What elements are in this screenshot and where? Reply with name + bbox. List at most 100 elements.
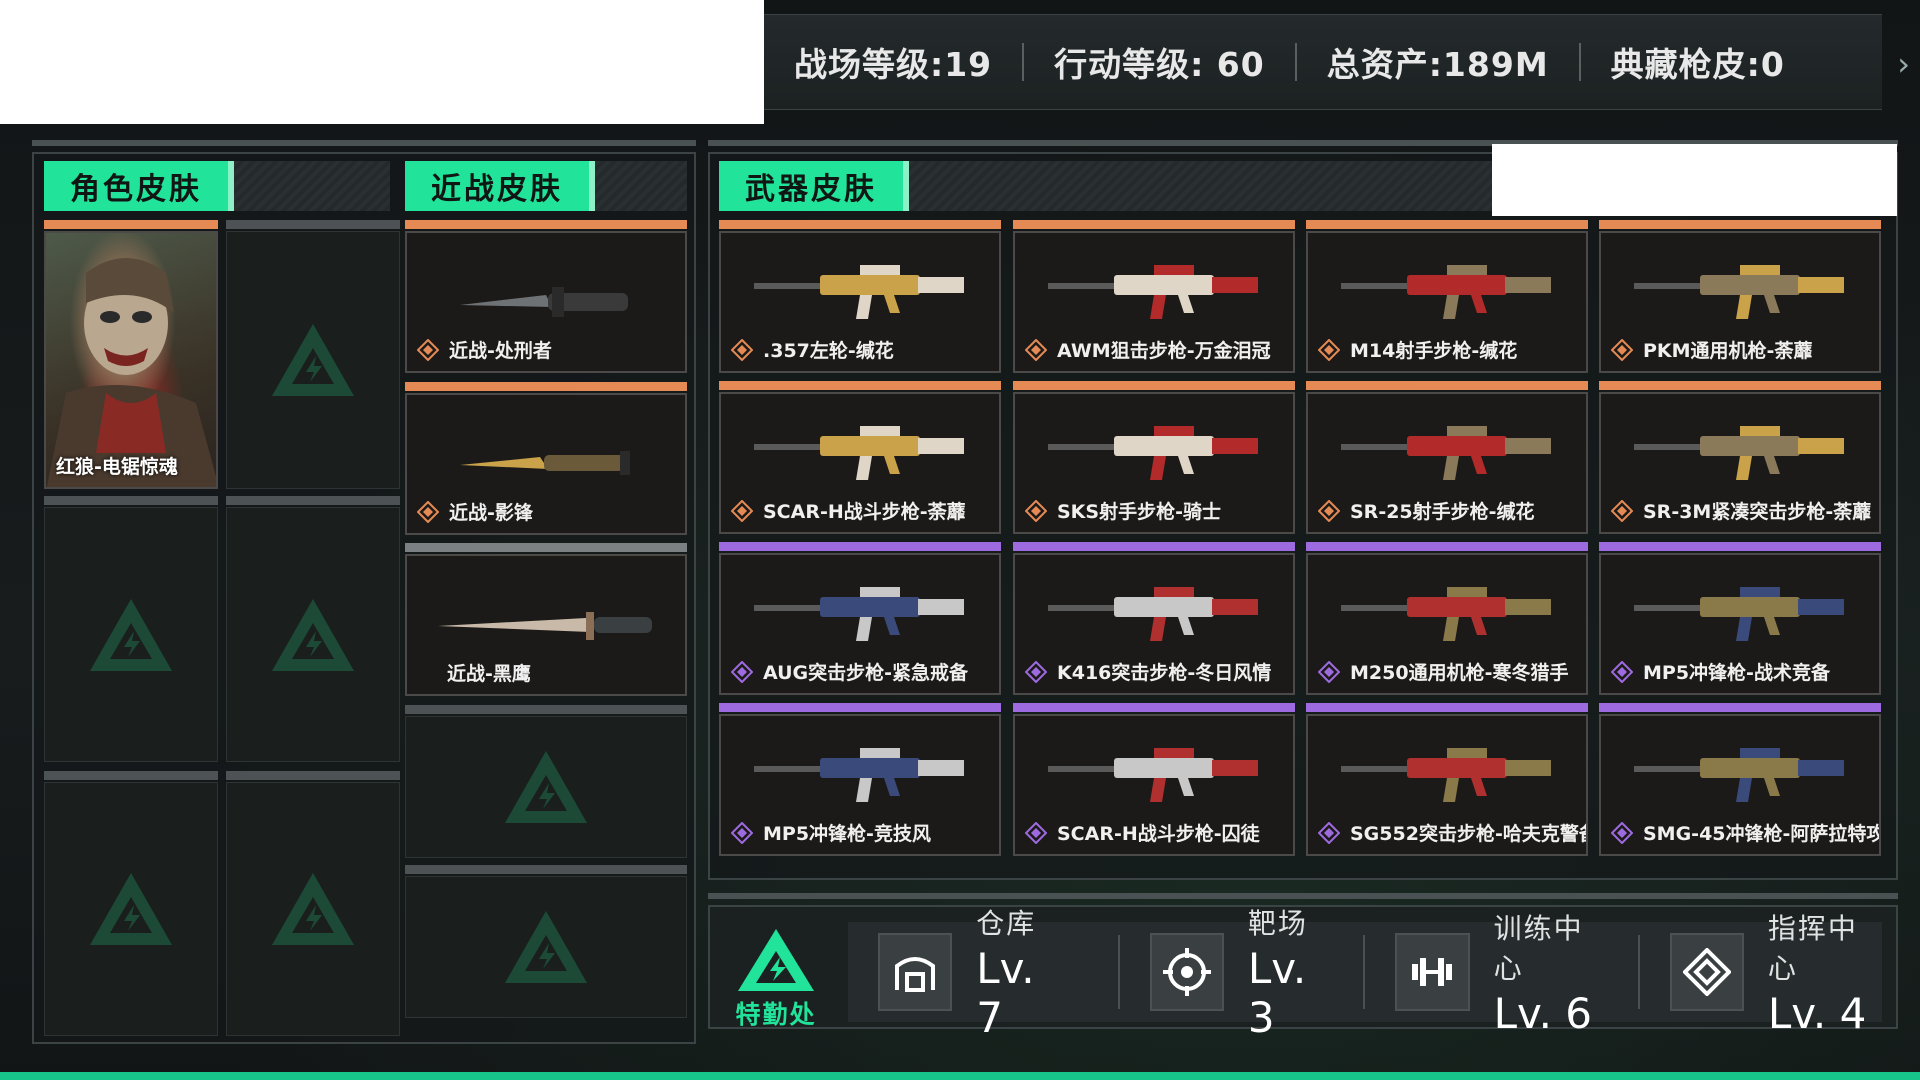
rarity-bar	[405, 705, 687, 714]
label-text: MP5冲锋枪-战术竞备	[1643, 662, 1830, 684]
rarity-bar	[44, 220, 218, 229]
weapon-skin-label: SR-3M紧凑突击步枪-荼蘼	[1611, 497, 1871, 524]
dumbbell-icon	[1395, 933, 1470, 1011]
gun-icon	[1634, 265, 1844, 319]
divider	[1578, 43, 1581, 81]
rarity-bar	[405, 543, 687, 552]
rarity-purple-icon	[1611, 660, 1633, 683]
weapon-skin-label: AUG突击步枪-紧急戒备	[731, 658, 968, 685]
weapon-skin-slot[interactable]: AWM狙击步枪-万金泪冠	[1013, 231, 1295, 373]
gun-icon	[1048, 426, 1258, 480]
melee-skin-slot[interactable]: 近战-黑鹰	[405, 554, 687, 696]
gun-icon	[1341, 587, 1551, 641]
facility-warehouse[interactable]: 仓库 Lv. 7	[848, 907, 1070, 1042]
gun-icon	[1048, 748, 1258, 802]
rarity-bar	[1013, 381, 1295, 390]
operation-level: 行动等级: 60	[1054, 45, 1265, 84]
weapon-skin-slot[interactable]: K416突击步枪-冬日风情	[1013, 553, 1295, 695]
melee-skin-label: 近战-影锋	[417, 498, 533, 525]
weapon-skin-slot[interactable]: SG552突击步枪-哈夫克警备	[1306, 714, 1588, 856]
total-assets: 总资产:189M	[1326, 45, 1549, 84]
label-text: SCAR-H战斗步枪-囚徒	[1057, 823, 1260, 845]
weapon-skin-slot[interactable]: MP5冲锋枪-战术竞备	[1599, 553, 1881, 695]
weapon-skin-slot[interactable]: SMG-45冲锋枪-阿萨拉特攻	[1599, 714, 1881, 856]
tab-label: 武器皮肤	[719, 161, 909, 211]
weapon-skin-label: SR-25射手步枪-缄花	[1318, 497, 1535, 524]
weapon-skin-slot[interactable]: SR-3M紧凑突击步枪-荼蘼	[1599, 392, 1881, 534]
empty-slot[interactable]	[44, 782, 218, 1036]
weapon-skin-slot[interactable]: SR-25射手步枪-缄花	[1306, 392, 1588, 534]
target-icon	[1149, 933, 1224, 1011]
weapon-skin-label: SMG-45冲锋枪-阿萨拉特攻	[1611, 819, 1879, 846]
rarity-bar	[226, 771, 400, 780]
facility-training-center[interactable]: 训练中心 Lv. 6	[1365, 912, 1607, 1038]
empty-slot[interactable]	[44, 507, 218, 762]
weapon-skin-label: SCAR-H战斗步枪-荼蘼	[731, 497, 966, 524]
rarity-orange-icon	[1611, 499, 1633, 522]
bottom-accent-line	[0, 1072, 1920, 1080]
melee-skin-slot[interactable]: 近战-处刑者	[405, 231, 687, 373]
tab-melee-skins[interactable]: 近战皮肤	[405, 161, 687, 211]
weapon-skin-slot[interactable]: M14射手步枪-缄花	[1306, 231, 1588, 373]
blank-region-top-right	[1492, 144, 1897, 216]
facility-name: 仓库	[976, 907, 1037, 940]
rarity-bar	[405, 865, 687, 874]
empty-slot[interactable]	[405, 876, 687, 1018]
label-text: SCAR-H战斗步枪-荼蘼	[763, 501, 966, 523]
facility-strip: 仓库 Lv. 7 靶场 Lv. 3 训练中心 Lv. 6 指挥中心 Lv. 4	[848, 907, 1882, 1042]
label-text: SR-3M紧凑突击步枪-荼蘼	[1643, 501, 1872, 523]
gun-icon	[1048, 587, 1258, 641]
rarity-orange-icon	[1318, 499, 1340, 522]
rarity-bar	[1599, 381, 1881, 390]
rarity-purple-icon	[1025, 821, 1047, 844]
tab-character-skins[interactable]: 角色皮肤	[44, 161, 390, 211]
character-portrait	[46, 233, 216, 487]
rarity-orange-icon	[1611, 338, 1633, 361]
melee-skin-slot[interactable]: 近战-影锋	[405, 393, 687, 535]
facility-level: Lv. 7	[976, 944, 1035, 1042]
warehouse-icon	[878, 933, 953, 1011]
facility-level: Lv. 3	[1247, 944, 1307, 1042]
character-skin-slot[interactable]: 红狼-电锯惊魂	[44, 231, 218, 489]
rarity-purple-icon	[1025, 660, 1047, 683]
weapon-skin-label: SG552突击步枪-哈夫克警备	[1318, 819, 1586, 846]
rarity-bar	[44, 771, 218, 780]
weapon-skin-slot[interactable]: SCAR-H战斗步枪-囚徒	[1013, 714, 1295, 856]
rarity-bar	[719, 542, 1001, 551]
weapon-skin-slot[interactable]: SCAR-H战斗步枪-荼蘼	[719, 392, 1001, 534]
rarity-bar	[1013, 703, 1295, 712]
special-ops-brand[interactable]: 特勤处	[730, 927, 822, 1029]
empty-slot[interactable]	[226, 507, 400, 762]
empty-slot-logo-icon	[90, 873, 172, 945]
rarity-gold-icon	[417, 338, 439, 361]
battlefield-level: 战场等级:19	[794, 45, 993, 84]
rarity-orange-icon	[731, 338, 753, 361]
gun-icon	[1048, 265, 1258, 319]
rarity-bar	[1306, 703, 1588, 712]
empty-slot[interactable]	[226, 782, 400, 1036]
brand-name: 特勤处	[735, 1000, 817, 1029]
rarity-bar	[719, 381, 1001, 390]
weapon-skin-slot[interactable]: MP5冲锋枪-竞技风	[719, 714, 1001, 856]
player-stats-bar: 战场等级:19 行动等级: 60 总资产:189M 典藏枪皮:0 ›	[764, 14, 1910, 110]
rarity-purple-icon	[1611, 821, 1633, 844]
divider	[1294, 43, 1297, 81]
facility-range[interactable]: 靶场 Lv. 3	[1120, 907, 1342, 1042]
weapon-skin-slot[interactable]: SKS射手步枪-骑士	[1013, 392, 1295, 534]
weapon-skin-slot[interactable]: PKM通用机枪-荼蘼	[1599, 231, 1881, 373]
facilities-panel: 特勤处 仓库 Lv. 7 靶场 Lv. 3 训练中心 Lv. 6 指挥中心 Lv…	[708, 905, 1898, 1042]
empty-slot-logo-icon	[505, 751, 587, 823]
weapon-skin-slot[interactable]: AUG突击步枪-紧急戒备	[719, 553, 1001, 695]
gun-icon	[1341, 426, 1551, 480]
chevron-right-icon[interactable]: ›	[1897, 45, 1910, 83]
empty-slot[interactable]	[405, 716, 687, 858]
weapon-skin-label: PKM通用机枪-荼蘼	[1611, 336, 1812, 363]
weapon-skin-slot[interactable]: .357左轮-缄花	[719, 231, 1001, 373]
rarity-bar	[405, 220, 687, 229]
empty-slot[interactable]	[226, 231, 400, 489]
rarity-bar	[1599, 542, 1881, 551]
tab-label: 角色皮肤	[44, 161, 234, 211]
weapon-skin-slot[interactable]: M250通用机枪-寒冬猎手	[1306, 553, 1588, 695]
facility-command-center[interactable]: 指挥中心 Lv. 4	[1640, 912, 1882, 1038]
knife-icon	[460, 451, 630, 475]
